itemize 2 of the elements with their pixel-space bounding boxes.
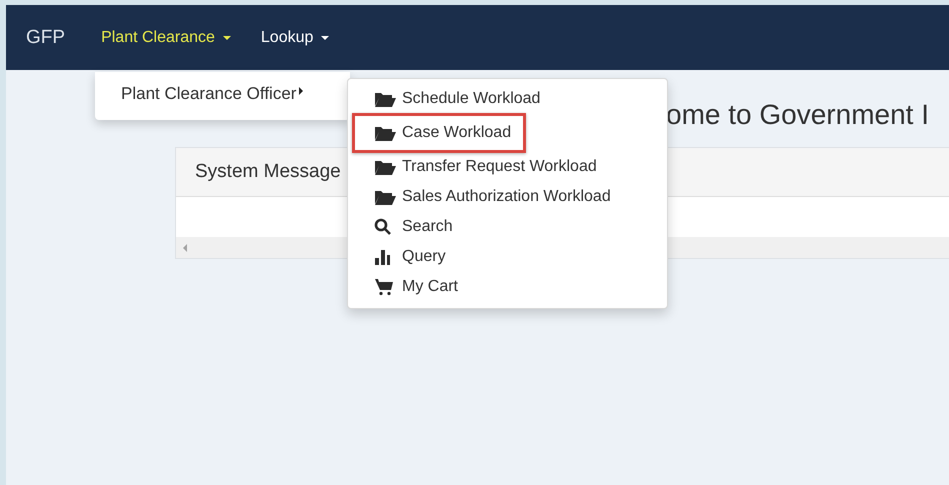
welcome-heading: ome to Government I [666,98,930,132]
panel-title: System Message [195,161,341,183]
